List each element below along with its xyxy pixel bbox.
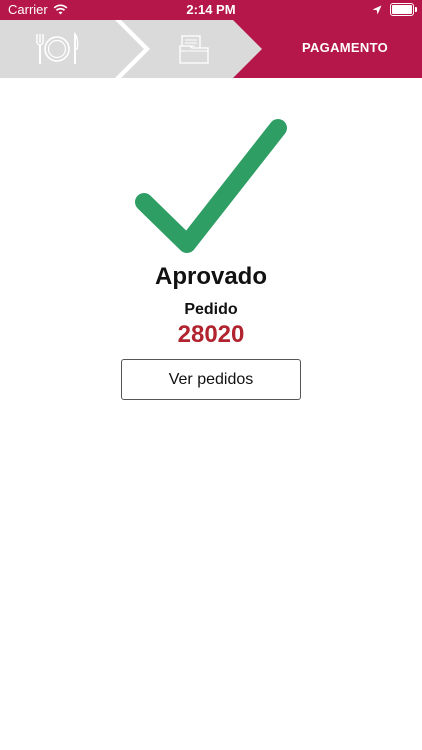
payment-result-screen: Carrier 2:14 PM PAGAMENTO Aprovado Pedid… [0,0,422,750]
battery-icon [390,3,417,16]
status-right [372,3,417,16]
view-orders-button[interactable]: Ver pedidos [121,359,301,400]
order-label: Pedido [184,301,238,318]
checkmark-icon [135,119,287,253]
order-number: 28020 [177,321,245,348]
status-time: 2:14 PM [186,2,236,17]
plate-cutlery-icon [36,32,79,64]
battery-level [392,5,412,14]
document-folder-icon [179,35,209,64]
location-arrow-icon [372,5,382,14]
approval-status: Aprovado [154,263,267,290]
status-bar: Carrier 2:14 PM [0,0,422,20]
checkout-steps: PAGAMENTO [0,20,422,78]
step-payment-label: PAGAMENTO [301,40,388,55]
